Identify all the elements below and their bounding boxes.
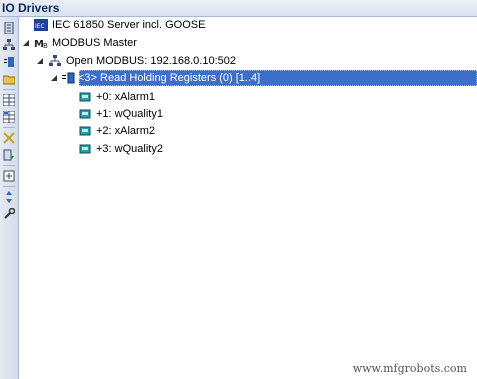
up-down-icon[interactable]	[2, 190, 16, 204]
svg-text:B: B	[43, 42, 48, 49]
modbus-icon: MB	[34, 36, 48, 50]
tree-item-register[interactable]: +1: wQuality1	[78, 106, 163, 122]
tree-item-read-holding[interactable]: <3> Read Holding Registers (0) [1..4]	[50, 70, 260, 86]
driver-list-icon[interactable]	[2, 21, 16, 35]
tree-item-register[interactable]: +0: xAlarm1	[78, 89, 155, 105]
register-block-icon	[62, 71, 76, 85]
tree-item-open-modbus[interactable]: Open MODBUS: 192.168.0.10:502	[36, 53, 236, 69]
tree-label: <3> Read Holding Registers (0) [1..4]	[78, 72, 261, 84]
tree-label: MODBUS Master	[52, 37, 137, 49]
variable-icon	[78, 90, 92, 104]
panel-header: IO Drivers	[0, 0, 477, 17]
add-icon[interactable]	[2, 169, 16, 183]
tree-item-modbus-master[interactable]: MB MODBUS Master	[22, 35, 137, 51]
expanded-arrow-icon[interactable]	[50, 74, 58, 82]
tree-label: +0: xAlarm1	[96, 91, 155, 103]
svg-text:IEC: IEC	[35, 23, 45, 30]
tree-label: +3: wQuality2	[96, 143, 163, 155]
register-icon[interactable]	[2, 55, 16, 69]
watermark: www.mfgrobots.com	[352, 362, 467, 375]
iec-icon: IEC	[34, 18, 48, 32]
panel-title: IO Drivers	[2, 1, 60, 15]
side-toolbar	[0, 17, 19, 379]
grid-icon[interactable]	[2, 93, 16, 107]
variable-icon	[78, 107, 92, 121]
network-tree-icon[interactable]	[2, 38, 16, 52]
tree-label: IEC 61850 Server incl. GOOSE	[52, 19, 206, 31]
tree-item-register[interactable]: +3: wQuality2	[78, 141, 163, 157]
tree-label: Open MODBUS: 192.168.0.10:502	[66, 55, 236, 67]
expanded-arrow-icon[interactable]	[22, 39, 30, 47]
variable-icon	[78, 124, 92, 138]
tree-item-register[interactable]: +2: xAlarm2	[78, 123, 155, 139]
network-icon	[48, 54, 62, 68]
variable-icon	[78, 142, 92, 156]
import-icon[interactable]	[2, 148, 16, 162]
grid-alt-icon[interactable]	[2, 110, 16, 124]
cross-icon[interactable]	[2, 131, 16, 145]
wrench-icon[interactable]	[2, 207, 16, 221]
expanded-arrow-icon[interactable]	[36, 57, 44, 65]
folder-open-icon[interactable]	[2, 72, 16, 86]
tree-label: +2: xAlarm2	[96, 125, 155, 137]
tree-item-iec-server[interactable]: IEC IEC 61850 Server incl. GOOSE	[22, 17, 205, 33]
tree-label: +1: wQuality1	[96, 108, 163, 120]
